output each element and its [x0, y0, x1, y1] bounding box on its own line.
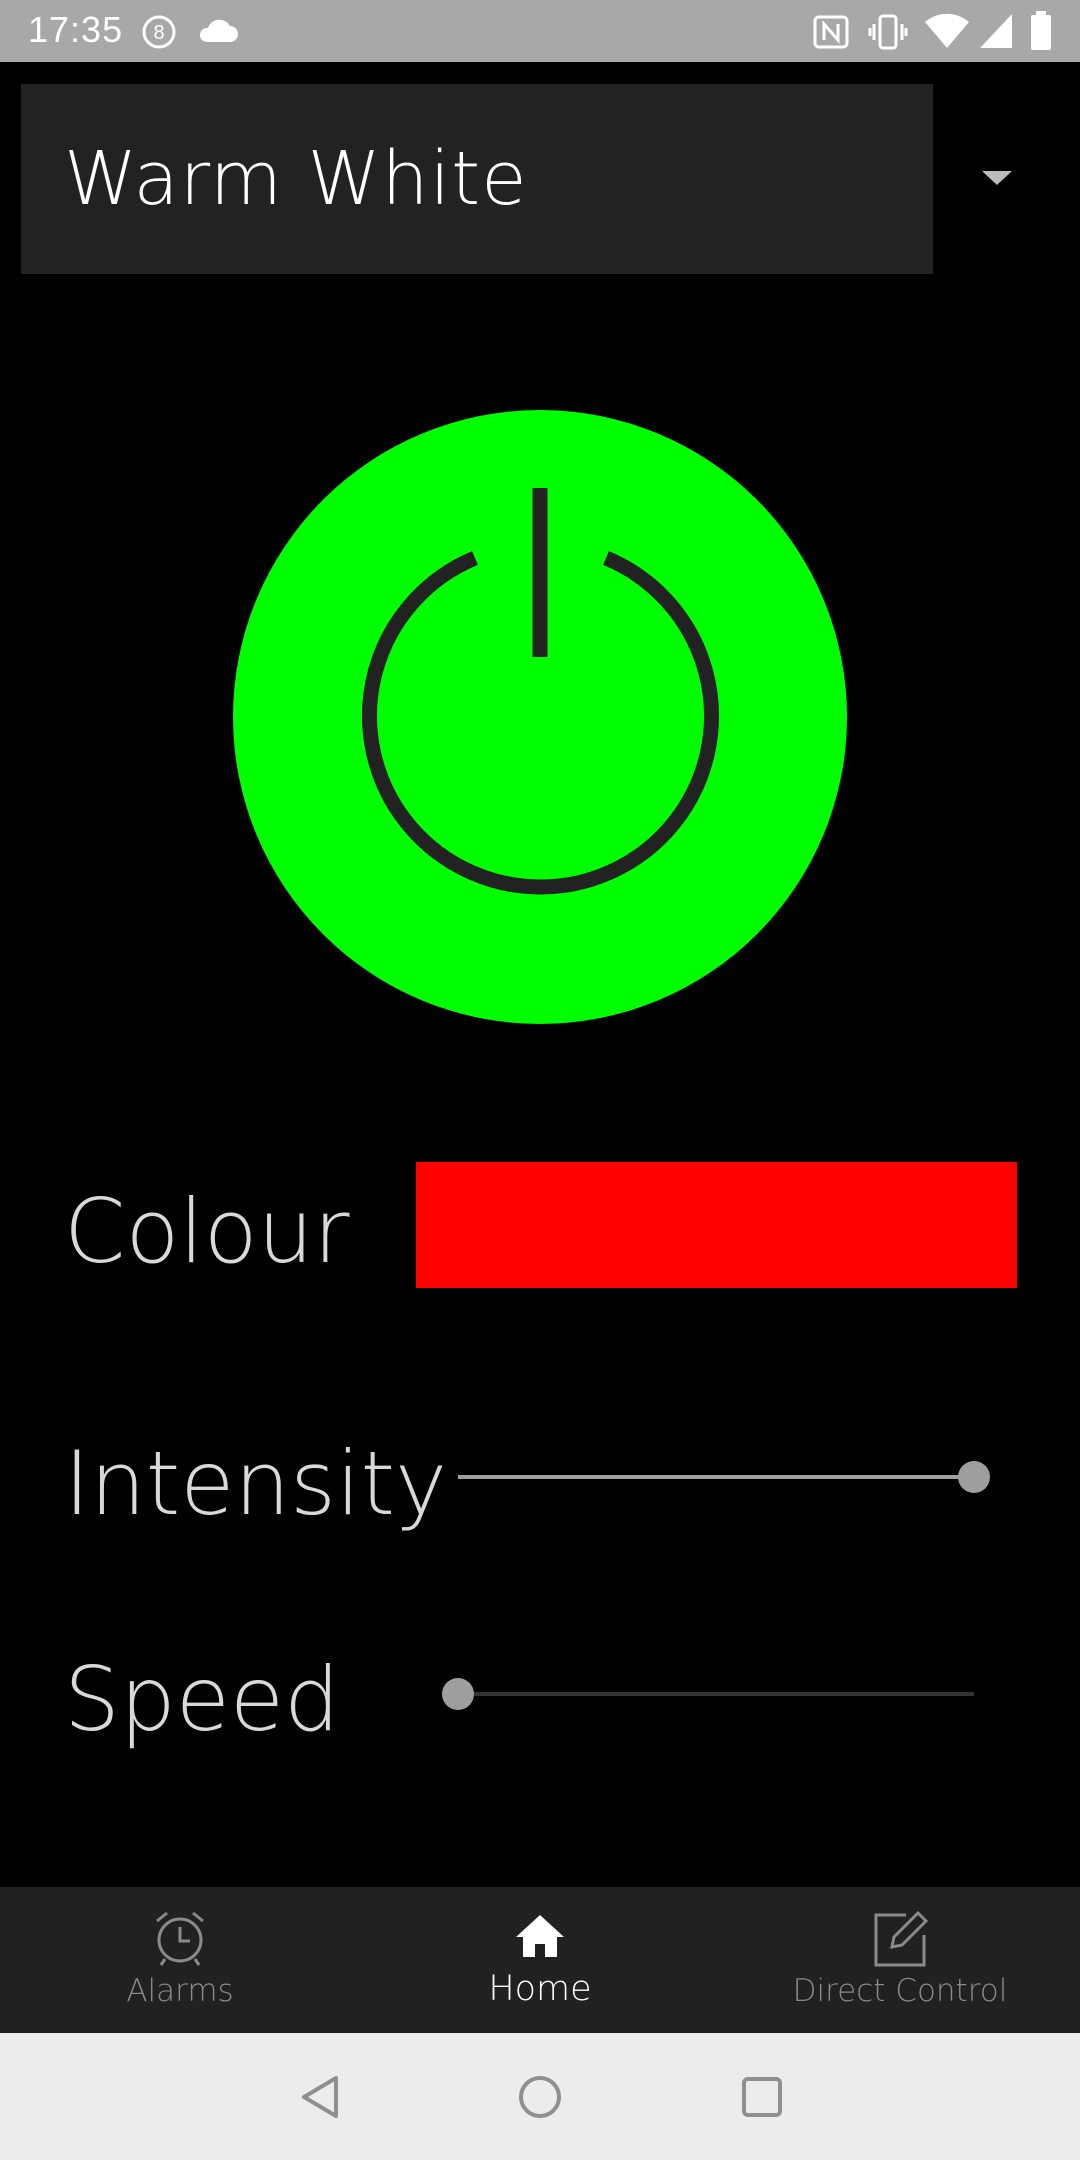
back-icon[interactable] — [260, 2033, 380, 2160]
wifi-icon — [924, 12, 970, 54]
alarm-clock-icon — [153, 1909, 207, 1971]
vibrate-icon — [868, 14, 908, 54]
recents-icon[interactable] — [702, 2033, 822, 2160]
bottom-navigation: Alarms Home Direct Control — [0, 1887, 1080, 2033]
notification-badge-icon: 8 — [140, 13, 178, 55]
colour-swatch[interactable] — [416, 1162, 1017, 1288]
speed-slider[interactable] — [442, 1674, 974, 1714]
edit-icon — [870, 1909, 930, 1973]
svg-text:8: 8 — [153, 22, 164, 44]
status-time: 17:35 — [28, 9, 124, 50]
mode-dropdown[interactable]: Warm White — [21, 84, 933, 274]
nav-item-direct-control[interactable]: Direct Control — [750, 1887, 1050, 2033]
slider-track — [458, 1692, 974, 1696]
home-circle-icon[interactable] — [480, 2033, 600, 2160]
cloud-icon — [196, 16, 240, 50]
intensity-label: Intensity — [64, 1432, 448, 1535]
intensity-slider[interactable] — [458, 1457, 990, 1497]
nfc-icon — [812, 14, 850, 54]
colour-label: Colour — [64, 1180, 350, 1283]
nav-label-direct-control: Direct Control — [792, 1973, 1008, 2009]
system-navigation-bar — [0, 2033, 1080, 2160]
nav-label-alarms: Alarms — [126, 1973, 234, 2009]
power-button[interactable] — [233, 410, 847, 1024]
cell-signal-icon — [978, 12, 1014, 54]
mode-selected-value: Warm White — [64, 136, 528, 222]
slider-thumb[interactable] — [442, 1678, 474, 1710]
power-icon — [362, 488, 719, 895]
chevron-down-icon[interactable] — [982, 171, 1012, 185]
slider-thumb[interactable] — [958, 1461, 990, 1493]
speed-label: Speed — [64, 1648, 340, 1751]
nav-item-alarms[interactable]: Alarms — [30, 1887, 330, 2033]
nav-label-home: Home — [488, 1969, 592, 2009]
nav-item-home[interactable]: Home — [390, 1887, 690, 2033]
home-icon — [514, 1913, 566, 1963]
battery-icon — [1030, 11, 1052, 55]
slider-fill — [458, 1475, 974, 1479]
status-bar: 17:35 8 — [0, 0, 1080, 62]
